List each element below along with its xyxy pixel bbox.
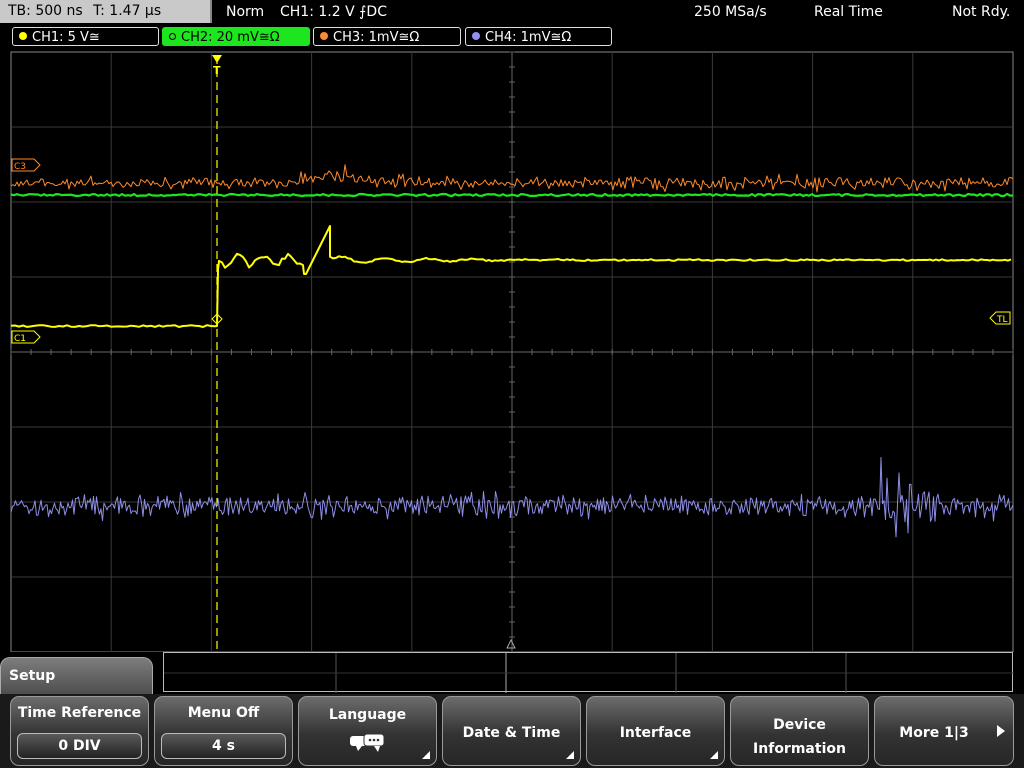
softkey-label: Device Information: [753, 717, 846, 757]
ch3-color-dot: [320, 32, 328, 40]
c1-marker-label: C1: [14, 334, 26, 344]
trigger-position-label: T: [213, 64, 221, 77]
date-time-softkey[interactable]: Date & Time: [442, 696, 581, 766]
channel-tab-ch4[interactable]: CH4: 1mV≅Ω: [465, 27, 612, 46]
softkey-label: Date & Time: [462, 725, 561, 741]
softkey-label: More 1|3: [899, 725, 969, 741]
acquisition-status: Not Rdy.: [952, 4, 1011, 20]
softkey-label: Language: [328, 707, 407, 723]
ch1-color-dot: [19, 32, 27, 40]
menu-off-value[interactable]: 4 s: [161, 733, 286, 759]
menu-title: Setup: [9, 668, 56, 684]
overview-strip: [163, 652, 1014, 693]
channel-label: CH2: 20 mV≅Ω: [181, 30, 280, 45]
channel-tabs: CH1: 5 V≅ CH2: 20 mV≅Ω CH3: 1mV≅Ω CH4: 1…: [0, 24, 1024, 50]
channel-label: CH4: 1mV≅Ω: [485, 30, 572, 45]
more-softkey[interactable]: More 1|3: [874, 696, 1014, 766]
channel-tab-ch3[interactable]: CH3: 1mV≅Ω: [313, 27, 461, 46]
channel-tab-ch1[interactable]: CH1: 5 V≅: [12, 27, 159, 46]
softkey-label: Menu Off: [187, 705, 260, 721]
c3-marker-label: C3: [14, 162, 26, 172]
trigger-time-value: T: 1.47 µs: [93, 3, 162, 19]
waveform-display[interactable]: T C3 C1 TL: [0, 50, 1024, 652]
ch4-color-dot: [472, 32, 480, 40]
next-page-arrow-icon: [997, 725, 1005, 737]
speech-bubble-icon: [349, 733, 384, 752]
submenu-indicator-icon: [710, 751, 718, 759]
channel-label: CH3: 1mV≅Ω: [333, 30, 420, 45]
acquisition-mode: Real Time: [814, 4, 883, 20]
time-reference-softkey[interactable]: Time Reference 0 DIV: [10, 696, 149, 766]
scope-grid[interactable]: T C3 C1 TL: [0, 50, 1024, 652]
interface-softkey[interactable]: Interface: [586, 696, 725, 766]
submenu-indicator-icon: [422, 751, 430, 759]
softkey-bar: Time Reference 0 DIV Menu Off 4 s Langua…: [0, 694, 1024, 768]
softkey-label: Interface: [619, 725, 692, 741]
time-reference-value[interactable]: 0 DIV: [17, 733, 142, 759]
ch2-color-dot: [169, 33, 176, 40]
trigger-setting[interactable]: CH1: 1.2 V ⨍DC: [280, 0, 387, 24]
sample-rate: 250 MSa/s: [694, 4, 767, 20]
timebase-value: TB: 500 ns: [8, 3, 83, 19]
menu-title-tab: Setup: [0, 657, 153, 697]
menu-off-softkey[interactable]: Menu Off 4 s: [154, 696, 293, 766]
status-bar: TB: 500 ns T: 1.47 µs Norm CH1: 1.2 V ⨍D…: [0, 0, 1024, 24]
submenu-indicator-icon: [566, 751, 574, 759]
language-softkey[interactable]: Language: [298, 696, 437, 766]
channel-label: CH1: 5 V≅: [32, 30, 100, 45]
trigger-mode[interactable]: Norm: [226, 0, 264, 24]
trigger-level-label: TL: [996, 315, 1008, 325]
device-information-softkey[interactable]: Device Information: [730, 696, 869, 766]
channel-tab-ch2[interactable]: CH2: 20 mV≅Ω: [162, 27, 310, 46]
timebase-box[interactable]: TB: 500 ns T: 1.47 µs: [0, 0, 212, 23]
softkey-label: Time Reference: [17, 705, 142, 721]
